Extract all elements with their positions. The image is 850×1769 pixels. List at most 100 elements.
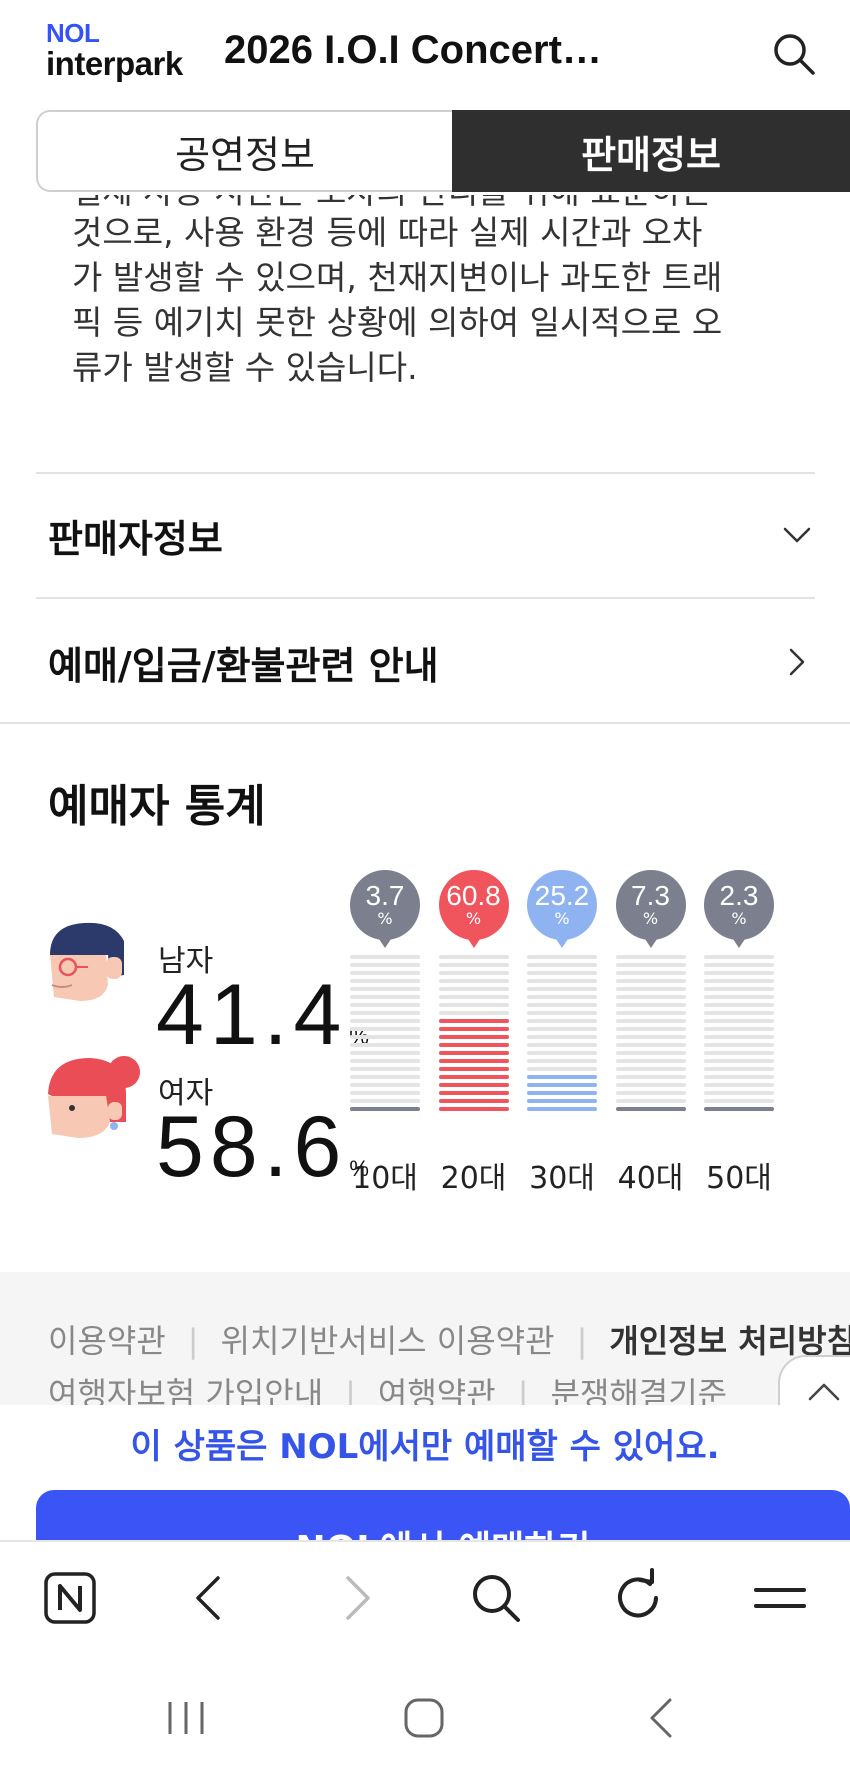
bar-segment-empty xyxy=(527,963,597,967)
bar-segment-empty xyxy=(527,1059,597,1063)
search-icon[interactable] xyxy=(770,30,818,78)
separator: | xyxy=(187,1322,199,1360)
notice-line: 류가 발생할 수 있습니다. xyxy=(72,348,418,387)
footer-row-2: 여행자보험 가입안내 | 여행약관 | 분쟁해결기준 xyxy=(48,1369,727,1407)
bar-segment-empty xyxy=(704,1099,774,1103)
bar-segment-empty xyxy=(704,1059,774,1063)
tab-bar: 공연정보 판매정보 xyxy=(36,110,850,192)
bar-segment-filled xyxy=(438,1027,509,1031)
separator: | xyxy=(576,1322,588,1360)
back-icon[interactable] xyxy=(180,1568,240,1628)
age-percent-value: 60.8 xyxy=(446,880,501,911)
age-percent-sign: % xyxy=(554,909,570,928)
bar-segment-filled xyxy=(438,1075,509,1079)
bar-segment-empty xyxy=(704,971,774,975)
bar-segment-empty xyxy=(527,955,597,959)
back-nav-icon[interactable] xyxy=(632,1688,692,1748)
age-percent-value: 2.3 xyxy=(719,880,759,911)
bar-segment-empty xyxy=(350,1003,420,1007)
age-percent-bubble: 25.2% xyxy=(527,870,597,948)
forward-icon[interactable] xyxy=(326,1568,386,1628)
bar-segment-empty xyxy=(704,1019,774,1023)
travel-terms-link[interactable]: 여행약관 xyxy=(378,1369,496,1407)
age-percent-bubble: 2.3% xyxy=(704,870,774,948)
bar-segment-empty xyxy=(350,1075,420,1079)
menu-icon[interactable] xyxy=(750,1568,810,1628)
recent-apps-icon[interactable] xyxy=(156,1688,216,1748)
browser-toolbar xyxy=(0,1540,850,1660)
male-face-icon xyxy=(50,922,124,1001)
age-group-label: 10대 xyxy=(352,1161,418,1196)
bubble-tail xyxy=(644,939,657,948)
bar-segment-empty xyxy=(704,1083,774,1087)
chevron-right-icon xyxy=(789,648,805,676)
bar-segment-empty xyxy=(704,955,774,959)
bar-segment-empty xyxy=(615,1091,686,1095)
notice-text: 실제 사용 시간은 오차의 관리를 위해 표준하는 것으로, 사용 환경 등에 … xyxy=(72,195,792,410)
bar-segment-filled xyxy=(615,1107,686,1111)
bar-segment-empty xyxy=(615,1099,686,1103)
booking-refund-row[interactable]: 예매/입금/환불관련 안내 xyxy=(36,612,815,712)
search-icon[interactable] xyxy=(466,1568,526,1628)
home-icon[interactable] xyxy=(394,1688,454,1748)
female-percent: 58.6% xyxy=(156,1099,369,1195)
bar-segment-filled xyxy=(527,1099,597,1103)
buy-button[interactable]: NOL에서 예매하기 xyxy=(36,1490,850,1540)
bar-segment-empty xyxy=(704,1043,774,1047)
bar-segment-empty xyxy=(350,955,420,959)
bar-segment-empty xyxy=(615,955,686,959)
bar-segment-empty xyxy=(704,1051,774,1055)
bar-segment-filled xyxy=(438,1051,509,1055)
bar-segment-empty xyxy=(704,987,774,991)
bar-segment-filled xyxy=(438,1083,509,1087)
n-home-icon[interactable] xyxy=(40,1568,100,1628)
bar-segment-filled xyxy=(438,1091,509,1095)
bar-segment-empty xyxy=(704,963,774,967)
bar-segment-empty xyxy=(438,971,509,975)
seller-info-row[interactable]: 판매자정보 xyxy=(36,485,815,585)
bar-segment-empty xyxy=(704,1003,774,1007)
bar-segment-filled xyxy=(438,1019,509,1023)
bar-segment-empty xyxy=(438,987,509,991)
bar-segment-empty xyxy=(350,1059,420,1063)
bar-segment-filled xyxy=(438,1107,509,1111)
bar-segment-empty xyxy=(527,987,597,991)
age-group-label: 20대 xyxy=(440,1161,507,1196)
age-percent-sign: % xyxy=(642,909,659,928)
bar-segment-empty xyxy=(615,1059,686,1063)
tab-performance-info[interactable]: 공연정보 xyxy=(36,110,452,192)
section-divider xyxy=(0,722,850,724)
notice-line: 픽 등 예기치 못한 상황에 의하여 일시적으로 오 xyxy=(72,303,723,342)
bar-segment-empty xyxy=(438,979,509,983)
bar-segment-empty xyxy=(615,1027,686,1031)
bar-segment-filled xyxy=(438,1067,509,1071)
interpark-logo[interactable]: NOL interpark xyxy=(46,20,183,80)
age-percent-bubble: 60.8% xyxy=(438,870,509,948)
bar-segment-filled xyxy=(438,1099,509,1103)
bar-segment-empty xyxy=(350,1019,420,1023)
age-group-label: 50대 xyxy=(706,1161,772,1196)
bar-segment-empty xyxy=(704,995,774,999)
divider xyxy=(36,597,815,599)
age-bar xyxy=(350,955,420,1115)
bar-segment-empty xyxy=(350,1011,420,1015)
bar-segment-filled xyxy=(527,1091,597,1095)
bar-segment-empty xyxy=(350,995,420,999)
age-bar xyxy=(615,955,686,1115)
bar-segment-empty xyxy=(704,1027,774,1031)
bar-segment-filled xyxy=(527,1107,597,1111)
terms-link[interactable]: 이용약관 xyxy=(48,1316,166,1362)
bar-segment-empty xyxy=(615,1035,686,1039)
travel-insurance-link[interactable]: 여행자보험 가입안내 xyxy=(48,1369,323,1407)
divider xyxy=(36,472,815,474)
bar-segment-empty xyxy=(350,1035,420,1039)
separator: | xyxy=(517,1375,529,1407)
bar-segment-empty xyxy=(350,987,420,991)
bar-segment-filled xyxy=(438,1035,509,1039)
dispute-link[interactable]: 분쟁해결기준 xyxy=(550,1369,727,1407)
bar-segment-empty xyxy=(615,1051,686,1055)
tab-sales-info[interactable]: 판매정보 xyxy=(452,110,850,192)
refresh-icon[interactable] xyxy=(608,1568,668,1628)
location-terms-link[interactable]: 위치기반서비스 이용약관 xyxy=(221,1316,555,1362)
age-percent-bubble: 3.7% xyxy=(350,870,420,948)
